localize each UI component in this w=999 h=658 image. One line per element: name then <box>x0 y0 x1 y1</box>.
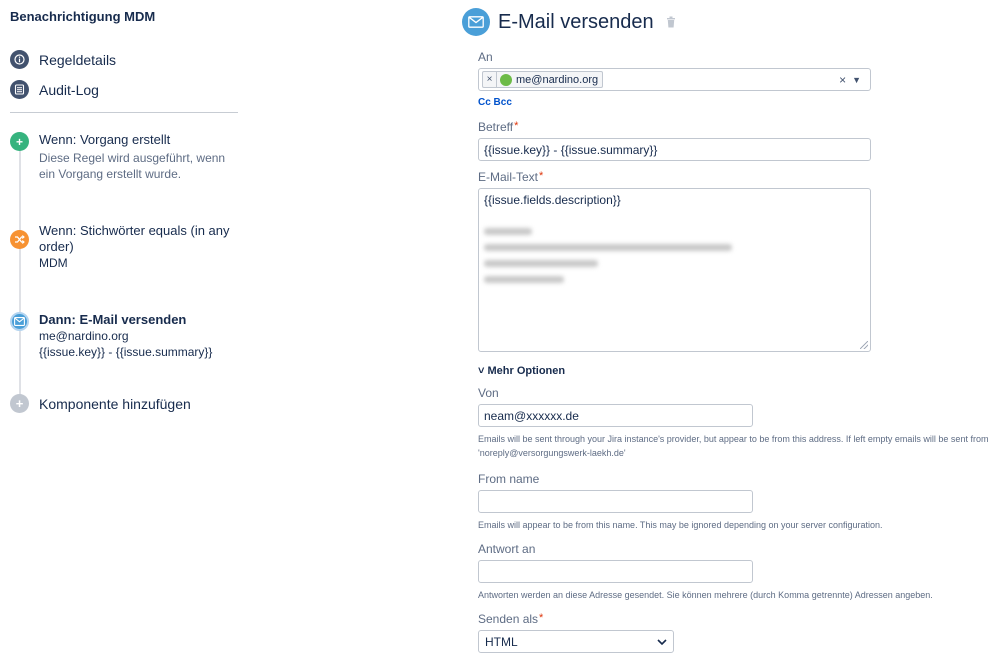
reply-to-input[interactable] <box>478 560 753 583</box>
recipient-chip: × me@nardino.org <box>482 71 604 88</box>
from-label: Von <box>478 386 499 400</box>
action-header: E-Mail versenden <box>462 8 676 36</box>
plus-icon: + <box>10 132 29 151</box>
rule-step-trigger[interactable]: + Wenn: Vorgang erstellt Diese Regel wir… <box>10 132 240 182</box>
rule-title: Benachrichtigung MDM <box>10 9 156 24</box>
step-title: Dann: E-Mail versenden <box>39 312 187 327</box>
sidebar-item-label: Regeldetails <box>39 51 117 68</box>
recipient-email: me@nardino.org <box>516 73 599 86</box>
send-as-select[interactable]: HTML <box>478 630 674 653</box>
redacted-text <box>484 276 564 283</box>
shuffle-icon <box>10 230 29 249</box>
plus-icon: + <box>10 394 29 413</box>
chevron-down-icon <box>657 635 667 649</box>
redacted-text <box>484 260 598 267</box>
subject-value: {{issue.key}} - {{issue.summary}} <box>484 143 658 157</box>
send-as-label: Senden als* <box>478 612 544 626</box>
send-as-value: HTML <box>485 634 518 649</box>
step-recipient: me@nardino.org <box>39 329 129 343</box>
required-marker: * <box>539 170 544 182</box>
chevron-down-icon[interactable]: ▼ <box>850 75 867 85</box>
sidebar-divider <box>10 112 238 113</box>
rule-step-action[interactable]: Dann: E-Mail versenden me@nardino.org {{… <box>10 312 240 360</box>
reply-to-label: Antwort an <box>478 542 536 556</box>
to-field[interactable]: × me@nardino.org × ▼ <box>478 68 871 91</box>
from-name-help-text: Emails will appear to be from this name.… <box>478 520 883 530</box>
from-value: neam@xxxxxx.de <box>484 409 579 423</box>
step-subject: {{issue.key}} - {{issue.summary}} <box>39 345 213 359</box>
remove-recipient-icon[interactable]: × <box>483 72 497 87</box>
cc-bcc-link[interactable]: Cc Bcc <box>478 97 512 108</box>
to-label: An <box>478 50 493 64</box>
trash-icon[interactable] <box>666 16 676 28</box>
reply-to-help-text: Antworten werden an diese Adresse gesend… <box>478 590 933 600</box>
body-textarea[interactable]: {{issue.fields.description}} <box>478 188 871 352</box>
resize-handle[interactable] <box>860 341 868 349</box>
add-component-label: Komponente hinzufügen <box>39 395 191 412</box>
step-title: Wenn: Stichwörter equals (in any order) <box>39 223 230 254</box>
more-options-toggle[interactable]: ˅ Mehr Optionen <box>478 365 565 377</box>
from-help-text: Emails will be sent through your Jira in… <box>478 434 989 458</box>
avatar <box>500 73 512 86</box>
subject-input[interactable]: {{issue.key}} - {{issue.summary}} <box>478 138 871 161</box>
subject-label: Betreff* <box>478 120 519 134</box>
envelope-icon <box>10 312 29 331</box>
action-title: E-Mail versenden <box>498 10 654 33</box>
required-marker: * <box>539 612 544 624</box>
step-title: Wenn: Vorgang erstellt <box>39 132 171 147</box>
from-input[interactable]: neam@xxxxxx.de <box>478 404 753 427</box>
redacted-text <box>484 228 532 235</box>
info-icon <box>10 50 29 69</box>
sidebar-item-audit-log[interactable]: Audit-Log <box>10 80 99 99</box>
step-description: MDM <box>39 256 68 270</box>
required-marker: * <box>514 120 519 132</box>
rule-step-condition[interactable]: Wenn: Stichwörter equals (in any order) … <box>10 223 240 271</box>
redacted-text <box>484 244 732 251</box>
rule-timeline <box>19 150 21 400</box>
body-label: E-Mail-Text* <box>478 170 544 184</box>
sidebar-item-rule-details[interactable]: Regeldetails <box>10 50 116 69</box>
step-description: Diese Regel wird ausgeführt, wenn ein Vo… <box>39 151 226 181</box>
add-component-button[interactable]: + Komponente hinzufügen <box>10 394 191 413</box>
envelope-icon <box>462 8 490 36</box>
sidebar-item-label: Audit-Log <box>39 81 99 98</box>
from-name-label: From name <box>478 472 540 486</box>
list-icon <box>10 80 29 99</box>
from-name-input[interactable] <box>478 490 753 513</box>
body-value: {{issue.fields.description}} <box>484 193 621 207</box>
clear-icon[interactable]: × <box>835 73 850 87</box>
